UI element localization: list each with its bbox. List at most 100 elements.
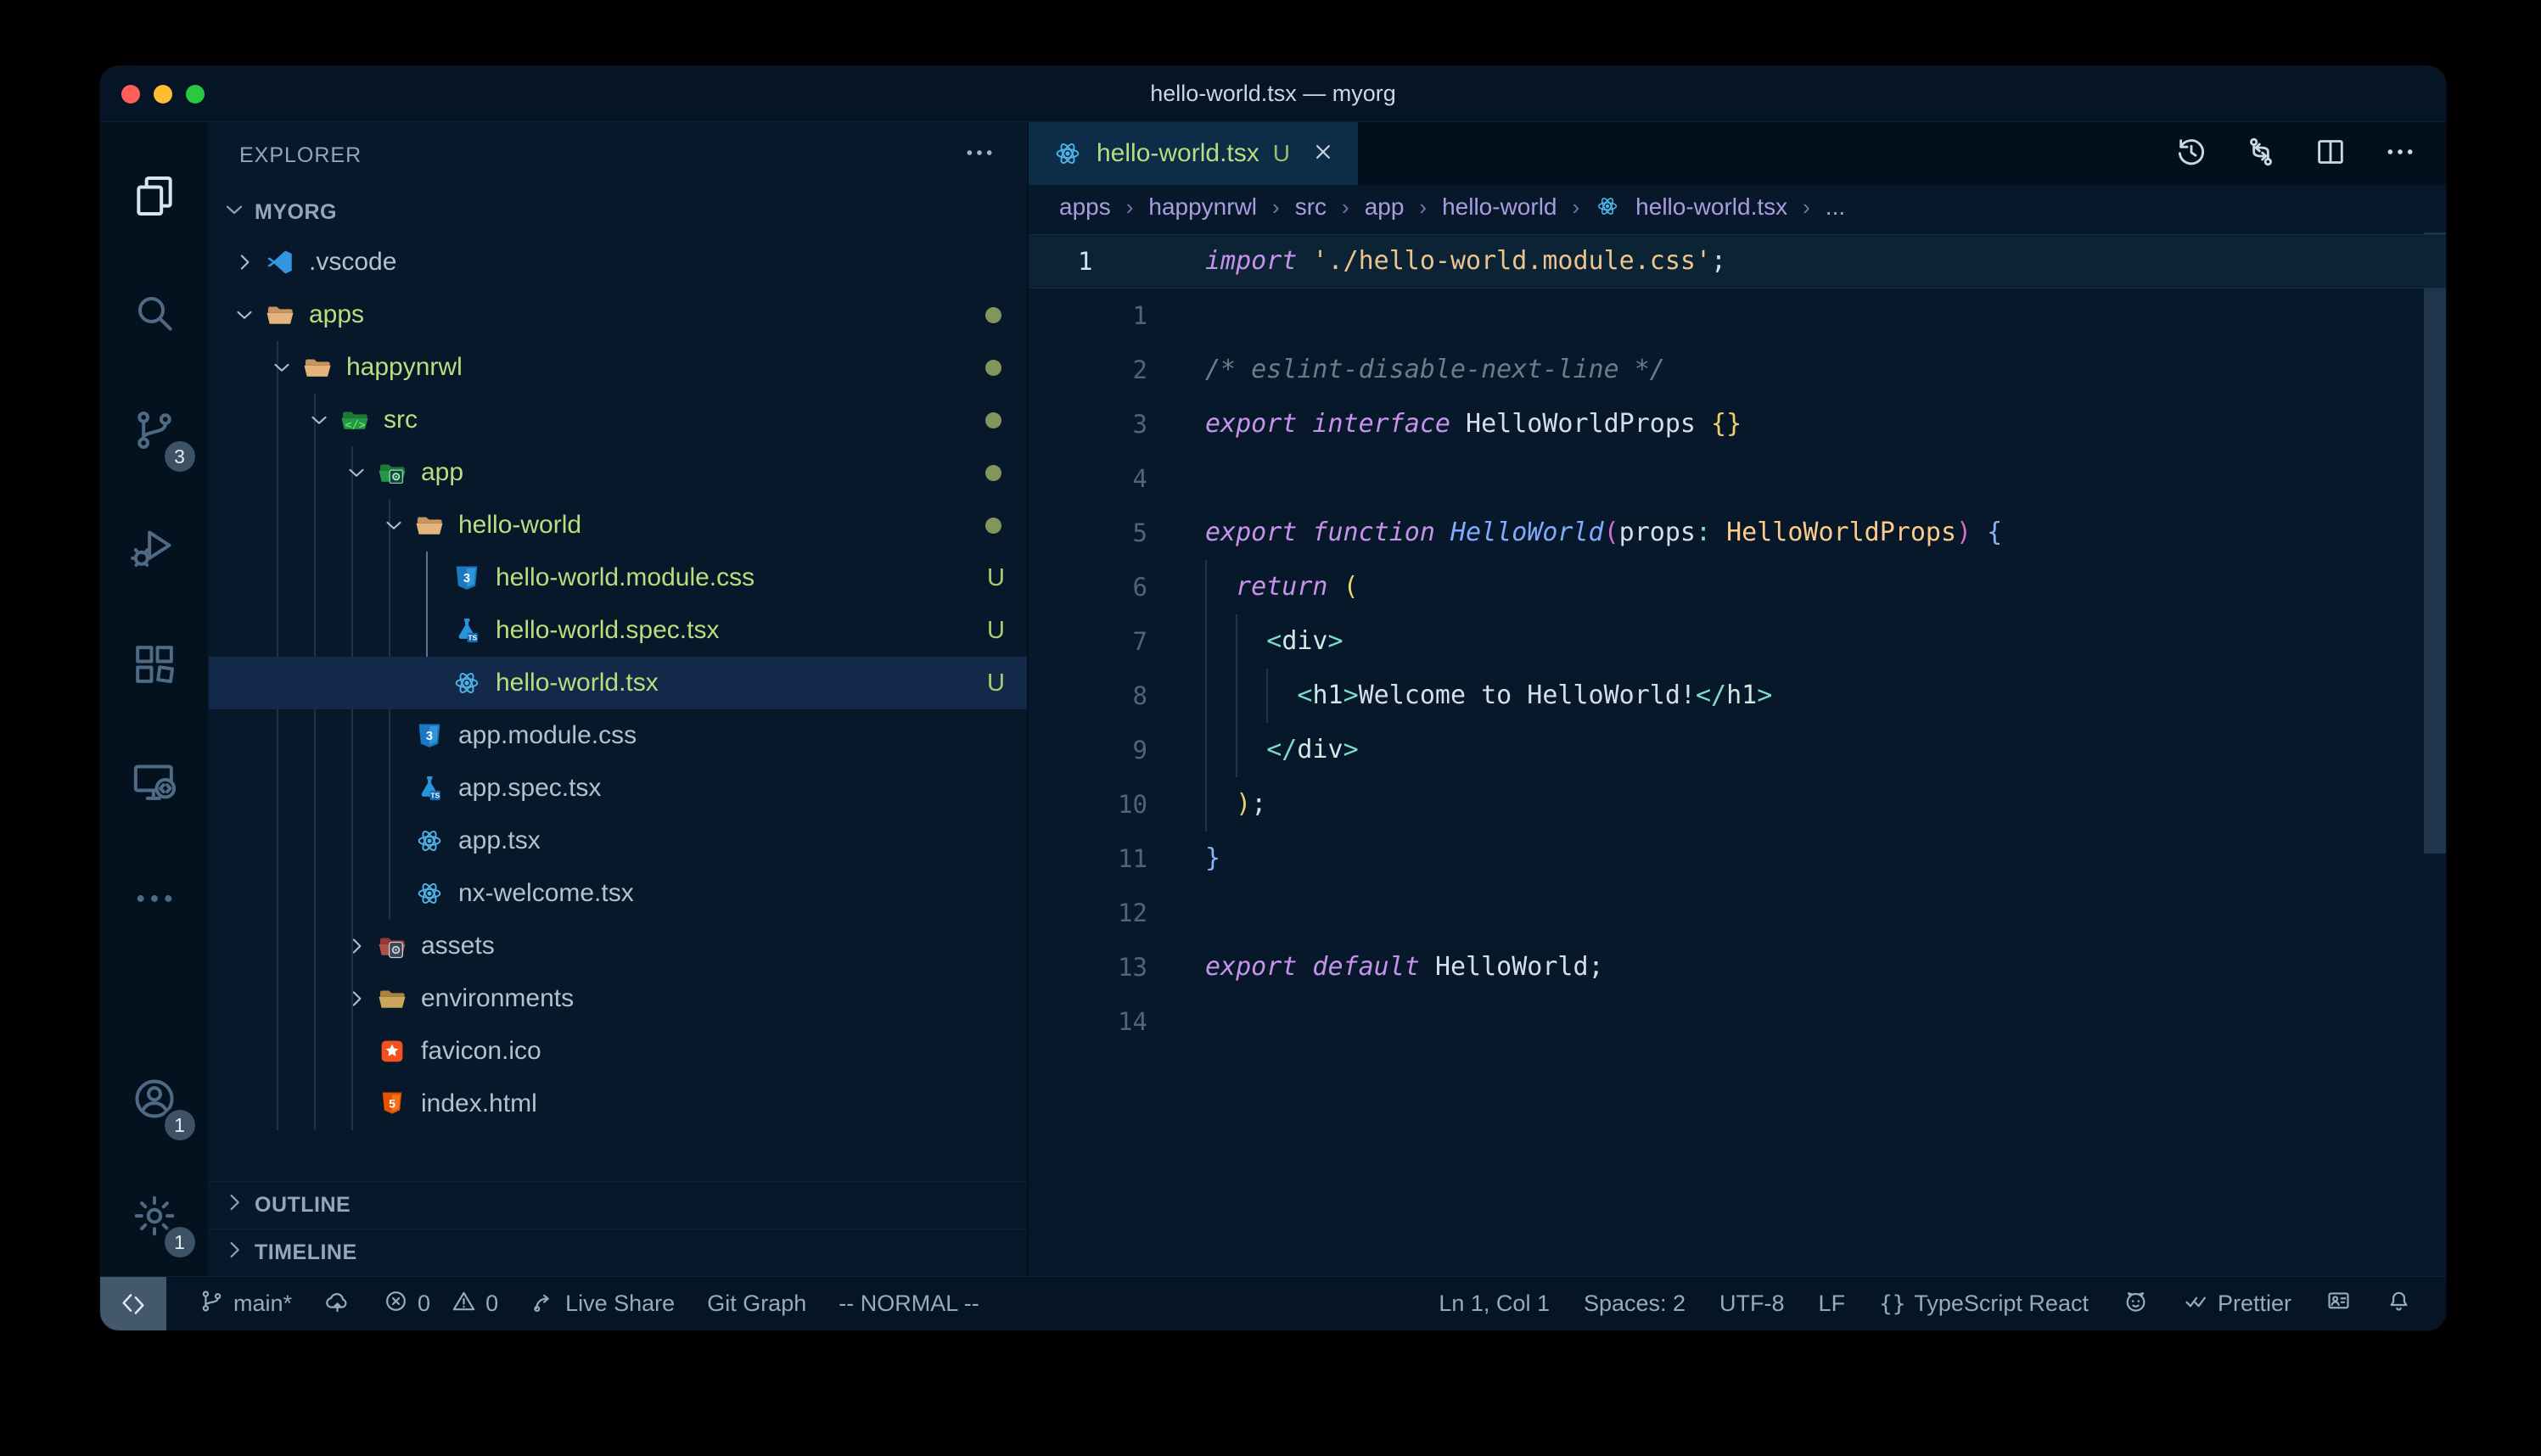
activity-remote-explorer[interactable] bbox=[100, 725, 209, 842]
status-indentation[interactable]: Spaces: 2 bbox=[1584, 1291, 1686, 1317]
close-window-button[interactable] bbox=[121, 85, 140, 104]
code-text: <div> bbox=[1205, 614, 1343, 669]
breadcrumb-item[interactable]: apps bbox=[1059, 193, 1111, 221]
status-bar: main* 00 Live Share Git Graph -- NORMAL -- L… bbox=[100, 1276, 2446, 1330]
search-icon bbox=[131, 289, 178, 341]
breadcrumb-item[interactable]: happynrwl bbox=[1148, 193, 1257, 221]
status-vim-mode[interactable]: -- NORMAL -- bbox=[839, 1291, 979, 1317]
code-editor[interactable]: 1import './hello-world.module.css';12/* … bbox=[1029, 229, 2446, 1276]
activity-run-and-debug[interactable] bbox=[100, 490, 209, 608]
tree-item-nx-welcome-tsx[interactable]: nx-welcome.tsx bbox=[209, 867, 1027, 920]
activity-search[interactable] bbox=[100, 256, 209, 373]
section-header-myorg[interactable]: MYORG bbox=[209, 188, 1027, 236]
status-language-mode[interactable]: {}TypeScript React bbox=[1879, 1291, 2089, 1317]
chevron-right-icon[interactable] bbox=[338, 986, 375, 1011]
breadcrumb-item[interactable]: hello-world.tsx bbox=[1635, 193, 1787, 221]
git-modified-dot-badge bbox=[985, 360, 1001, 376]
status-prettier[interactable]: Prettier bbox=[2183, 1288, 2291, 1320]
close-tab-button[interactable] bbox=[1310, 139, 1336, 169]
editor-actions bbox=[2174, 122, 2446, 185]
tree-item-app[interactable]: app bbox=[209, 446, 1027, 499]
tree-item-hello-world-tsx[interactable]: hello-world.tsxU bbox=[209, 657, 1027, 709]
chevron-down-icon[interactable] bbox=[263, 355, 300, 380]
line-number-relative: 8 bbox=[1029, 669, 1147, 723]
code-line: 6 return ( bbox=[1029, 560, 2446, 614]
code-line: 3export interface HelloWorldProps {} bbox=[1029, 397, 2446, 451]
feedback-icon bbox=[2325, 1288, 2352, 1320]
tree-item-favicon-ico[interactable]: favicon.ico bbox=[209, 1025, 1027, 1078]
chevron-right-icon[interactable] bbox=[338, 933, 375, 959]
status-feedback[interactable] bbox=[2325, 1288, 2352, 1320]
activity-more-views[interactable] bbox=[100, 842, 209, 959]
compare-changes-button[interactable] bbox=[2244, 135, 2278, 173]
tree-item-app-module-css[interactable]: 3app.module.css bbox=[209, 709, 1027, 762]
breadcrumb-item[interactable]: ... bbox=[1826, 193, 1845, 221]
breadcrumb-separator: › bbox=[1573, 194, 1580, 221]
css-icon: 3 bbox=[450, 563, 484, 593]
activity-source-control[interactable]: 3 bbox=[100, 373, 209, 490]
react-icon bbox=[1051, 138, 1085, 169]
status-eol[interactable]: LF bbox=[1819, 1291, 1846, 1317]
html-icon: 5 bbox=[375, 1089, 409, 1119]
tree-item-happynrwl[interactable]: happynrwl bbox=[209, 341, 1027, 394]
tree-item-label: hello-world bbox=[458, 511, 581, 540]
split-editor-button[interactable] bbox=[2314, 135, 2347, 173]
remote-indicator-button[interactable] bbox=[100, 1277, 166, 1330]
explorer-more-actions-button[interactable] bbox=[962, 136, 996, 176]
tree-item-index-html[interactable]: 5index.html bbox=[209, 1078, 1027, 1130]
section-header-outline[interactable]: OUTLINE bbox=[209, 1181, 1027, 1229]
tree-item-app-tsx[interactable]: app.tsx bbox=[209, 815, 1027, 867]
status-live-share[interactable]: Live Share bbox=[530, 1288, 675, 1320]
status-publish-changes[interactable] bbox=[324, 1288, 351, 1320]
tree-item-label: assets bbox=[421, 932, 495, 960]
code-text: import './hello-world.module.css'; bbox=[1205, 234, 1726, 288]
code-line: 8 <h1>Welcome to HelloWorld!</h1> bbox=[1029, 669, 2446, 723]
status-label: LF bbox=[1819, 1291, 1846, 1317]
code-text: return ( bbox=[1205, 560, 1359, 614]
tree-item-hello-world-spec-tsx[interactable]: TShello-world.spec.tsxU bbox=[209, 604, 1027, 657]
tree-item-label: app.spec.tsx bbox=[458, 774, 601, 803]
vscode-window: hello-world.tsx — myorg 311 EXPLORER MYO… bbox=[100, 66, 2446, 1330]
testts-icon: TS bbox=[412, 773, 446, 804]
line-number-relative: 9 bbox=[1029, 723, 1147, 777]
tree-item-src[interactable]: </>src bbox=[209, 394, 1027, 446]
status-encoding[interactable]: UTF-8 bbox=[1719, 1291, 1785, 1317]
chevron-down-icon[interactable] bbox=[338, 460, 375, 485]
folder-assets-icon bbox=[375, 931, 409, 961]
status-problems[interactable]: 00 bbox=[383, 1288, 498, 1320]
tree-item-hello-world[interactable]: hello-world bbox=[209, 499, 1027, 552]
tree-item--vscode[interactable]: .vscode bbox=[209, 236, 1027, 288]
dcheck-icon bbox=[2183, 1288, 2209, 1320]
chevron-down-icon[interactable] bbox=[375, 512, 412, 538]
tree-item-apps[interactable]: apps bbox=[209, 288, 1027, 341]
tab-hello-world-tsx[interactable]: hello-world.tsx U bbox=[1029, 122, 1358, 185]
breadcrumb-item[interactable]: src bbox=[1295, 193, 1327, 221]
activity-extensions[interactable] bbox=[100, 608, 209, 725]
tree-item-assets[interactable]: assets bbox=[209, 920, 1027, 972]
status-octoface-extension[interactable] bbox=[2123, 1288, 2149, 1320]
breadcrumb-item[interactable]: hello-world bbox=[1442, 193, 1557, 221]
breadcrumb-item[interactable]: app bbox=[1365, 193, 1405, 221]
react-icon bbox=[412, 826, 446, 856]
section-header-timeline[interactable]: TIMELINE bbox=[209, 1229, 1027, 1276]
tree-item-environments[interactable]: environments bbox=[209, 972, 1027, 1025]
react-icon bbox=[412, 878, 446, 909]
activity-accounts[interactable]: 1 bbox=[100, 1042, 209, 1159]
line-number-relative: 12 bbox=[1029, 886, 1147, 940]
activity-explorer[interactable] bbox=[100, 139, 209, 256]
activity-settings[interactable]: 1 bbox=[100, 1159, 209, 1276]
chevron-down-icon[interactable] bbox=[226, 302, 263, 328]
code-text: export default HelloWorld; bbox=[1205, 940, 1604, 994]
status-git-branch[interactable]: main* bbox=[199, 1288, 292, 1320]
status-git-graph[interactable]: Git Graph bbox=[707, 1291, 806, 1317]
status-cursor-position[interactable]: Ln 1, Col 1 bbox=[1439, 1291, 1550, 1317]
status-notifications[interactable] bbox=[2386, 1288, 2412, 1320]
tree-item-app-spec-tsx[interactable]: TS app.spec.tsx bbox=[209, 762, 1027, 815]
tree-item-hello-world-module-css[interactable]: 3hello-world.module.cssU bbox=[209, 552, 1027, 604]
more-actions-button[interactable] bbox=[2383, 135, 2417, 173]
chevron-down-icon[interactable] bbox=[300, 407, 338, 433]
zoom-window-button[interactable] bbox=[186, 85, 205, 104]
open-timeline-button[interactable] bbox=[2174, 135, 2208, 173]
minimize-window-button[interactable] bbox=[154, 85, 172, 104]
chevron-right-icon[interactable] bbox=[226, 249, 263, 275]
